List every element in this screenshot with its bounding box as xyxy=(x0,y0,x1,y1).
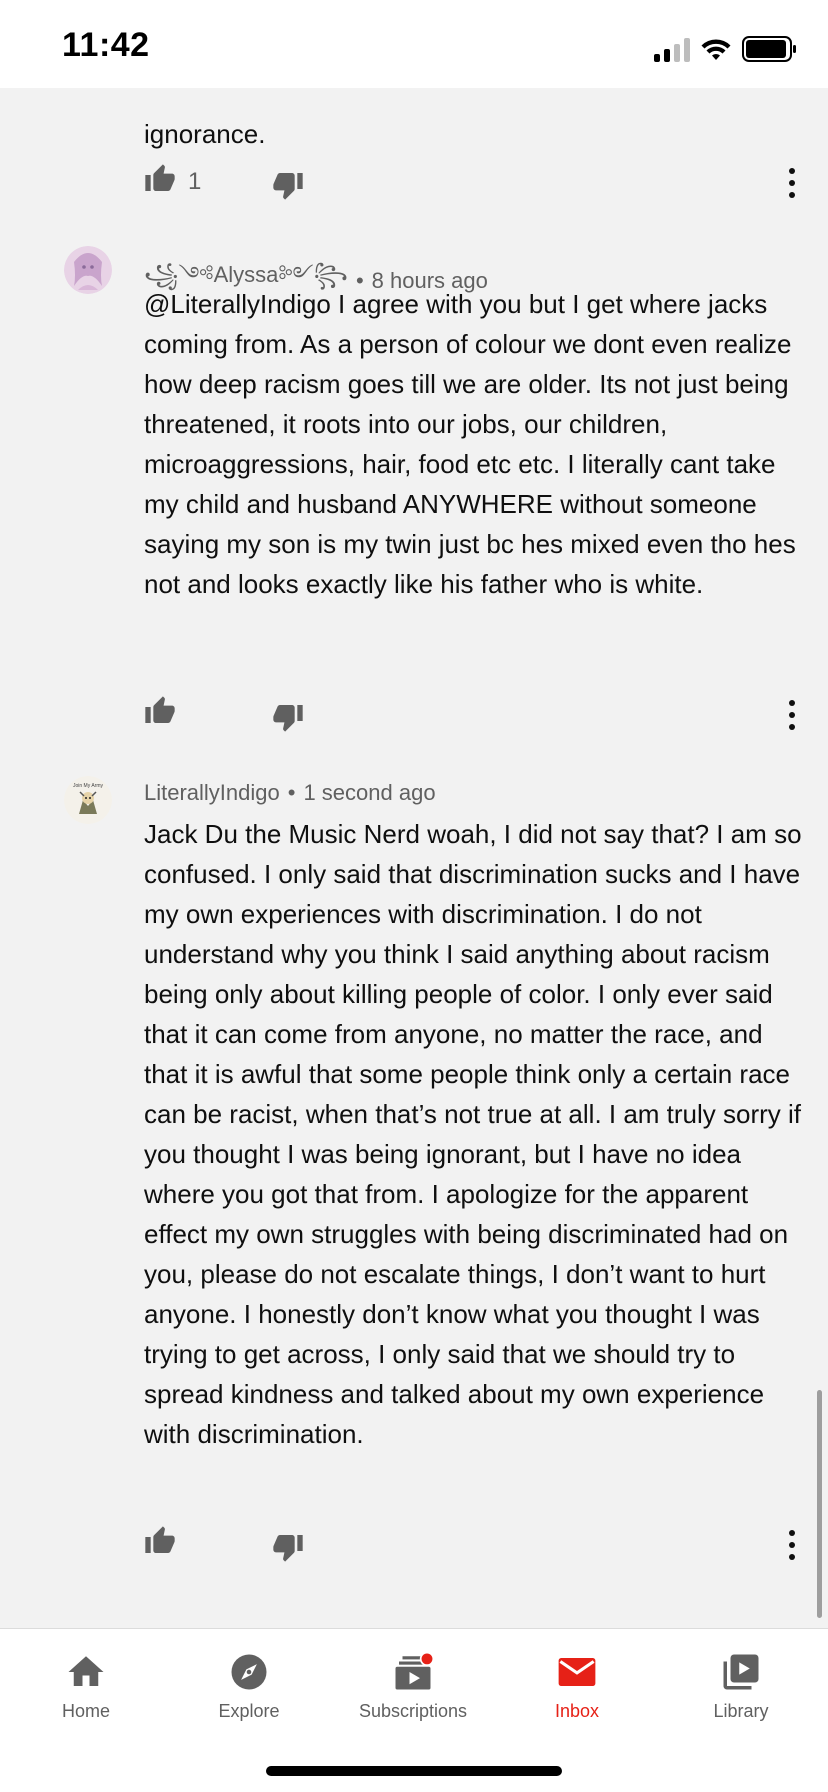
more-options-icon[interactable] xyxy=(786,698,798,732)
nav-home[interactable]: Home xyxy=(6,1643,166,1733)
comment-text: @LiterallyIndigo I agree with you but I … xyxy=(144,289,796,599)
comment-author[interactable]: LiterallyIndigo xyxy=(144,780,280,806)
meta-separator: • xyxy=(287,780,296,805)
nav-label: Inbox xyxy=(554,1701,600,1721)
comment-time: 1 second ago xyxy=(303,780,436,805)
wifi-icon xyxy=(701,39,731,60)
comment-actions xyxy=(144,1524,804,1564)
avatar[interactable] xyxy=(64,246,112,294)
dislike-icon[interactable] xyxy=(272,1530,304,1564)
like-icon[interactable] xyxy=(144,162,176,196)
signal-icon xyxy=(654,38,690,62)
scrollbar[interactable] xyxy=(817,1390,822,1618)
mail-icon xyxy=(558,1658,596,1686)
dislike-icon[interactable] xyxy=(272,168,304,202)
like-count: 1 xyxy=(188,168,202,195)
like-icon[interactable] xyxy=(144,1524,176,1558)
home-indicator[interactable] xyxy=(266,1766,562,1776)
previous-comment-actions: 1 xyxy=(144,162,804,202)
nav-label: Explore xyxy=(218,1701,280,1721)
nav-inbox[interactable]: Inbox xyxy=(497,1643,657,1733)
status-time: 11:42 xyxy=(62,26,150,64)
status-icons xyxy=(654,36,798,62)
nav-subscriptions[interactable]: Subscriptions xyxy=(333,1643,493,1733)
compass-icon xyxy=(231,1654,267,1690)
avatar-text: Join My Army xyxy=(73,783,104,789)
dislike-icon[interactable] xyxy=(272,700,304,734)
subscriptions-icon xyxy=(395,1651,435,1690)
nav-label: Library xyxy=(713,1701,769,1721)
nav-explore[interactable]: Explore xyxy=(169,1643,329,1733)
nav-label: Subscriptions xyxy=(358,1701,468,1721)
more-options-icon[interactable] xyxy=(786,166,798,200)
home-icon xyxy=(68,1656,104,1686)
status-bar: 11:42 xyxy=(0,0,828,88)
nav-label: Home xyxy=(61,1701,110,1721)
more-options-icon[interactable] xyxy=(786,1528,798,1562)
battery-icon xyxy=(742,36,796,62)
nav-library[interactable]: Library xyxy=(661,1643,821,1733)
like-icon[interactable] xyxy=(144,694,176,728)
screen: 11:42 ignorance. 1 ꧁༺Alyssa༻꧂ • 8 hours … xyxy=(0,0,828,1792)
avatar[interactable]: Join My Army xyxy=(64,776,112,824)
comment-thread[interactable]: ignorance. 1 ꧁༺Alyssa༻꧂ • 8 hours ago @L… xyxy=(0,88,828,1628)
library-icon xyxy=(723,1654,759,1690)
comment-text: Jack Du the Music Nerd woah, I did not s… xyxy=(144,819,802,1449)
previous-comment-text: ignorance. xyxy=(144,119,266,149)
comment-meta: LiterallyIndigo • 1 second ago xyxy=(144,780,436,806)
comment-actions xyxy=(144,694,804,734)
